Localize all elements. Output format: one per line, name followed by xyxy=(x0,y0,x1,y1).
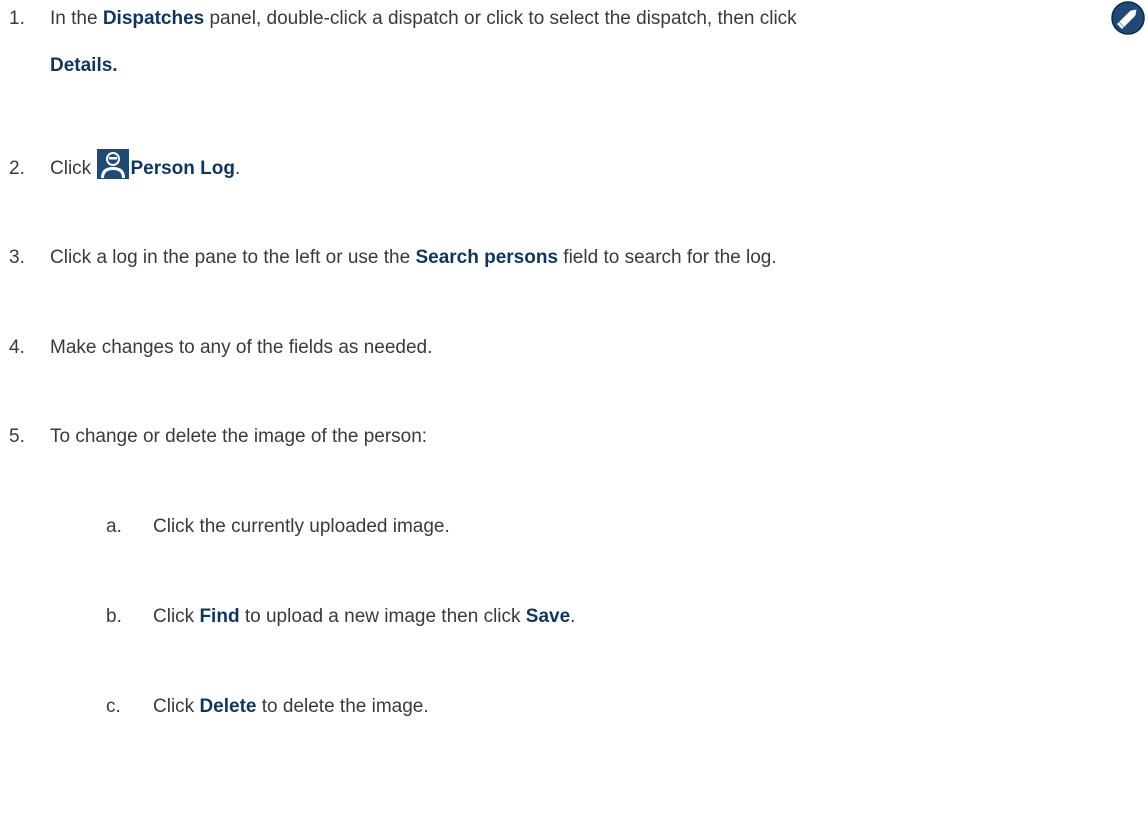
step-text: Click a log in the pane to the left or u… xyxy=(50,247,416,268)
ui-term-find: Find xyxy=(199,606,240,627)
step-number: 1. xyxy=(9,8,25,29)
person-log-icon xyxy=(96,148,130,188)
substep-text: Click the currently uploaded image. xyxy=(153,516,450,537)
step-1-continuation: Details. xyxy=(50,55,118,76)
step-number: 5. xyxy=(9,426,25,447)
step-text: . xyxy=(234,158,241,179)
substep-b: b. Click Find to upload a new image then … xyxy=(106,604,575,630)
substep-a: a. Click the currently uploaded image. xyxy=(106,514,450,540)
step-4: 4. Make changes to any of the fields as n… xyxy=(9,335,432,361)
step-text: To change or delete the image of the per… xyxy=(50,426,428,447)
step-number: 3. xyxy=(9,247,25,268)
step-text: Click xyxy=(50,158,97,179)
step-text: Make changes to any of the fields as nee… xyxy=(50,337,433,358)
substep-text: . xyxy=(570,606,576,627)
ui-term-delete: Delete xyxy=(199,696,257,717)
ui-term-person-log: Person Log xyxy=(130,158,235,179)
substep-letter: b. xyxy=(106,606,122,627)
step-text: field to search for the log. xyxy=(558,247,777,268)
ui-term-save: Save xyxy=(525,606,571,627)
step-number: 2. xyxy=(9,158,25,179)
step-text: panel, double-click a dispatch or click … xyxy=(204,8,797,29)
step-3: 3. Click a log in the pane to the left or… xyxy=(9,245,777,271)
substep-text: Click xyxy=(153,606,200,627)
substep-text: Click xyxy=(153,696,200,717)
step-2: 2. Click Person Log. xyxy=(9,148,240,188)
step-5: 5. To change or delete the image of the p… xyxy=(9,424,427,450)
substep-letter: c. xyxy=(106,696,121,717)
step-text: In the xyxy=(50,8,103,29)
pencil-edit-icon xyxy=(1110,0,1146,42)
substep-c: c. Click Delete to delete the image. xyxy=(106,694,429,720)
substep-letter: a. xyxy=(106,516,122,537)
substep-text: to delete the image. xyxy=(256,696,429,717)
step-number: 4. xyxy=(9,337,25,358)
ui-term-search-persons: Search persons xyxy=(415,247,559,268)
substep-text: to upload a new image then click xyxy=(239,606,526,627)
step-1: 1. In the Dispatches panel, double-click … xyxy=(9,6,797,32)
ui-term-dispatches: Dispatches xyxy=(102,8,205,29)
